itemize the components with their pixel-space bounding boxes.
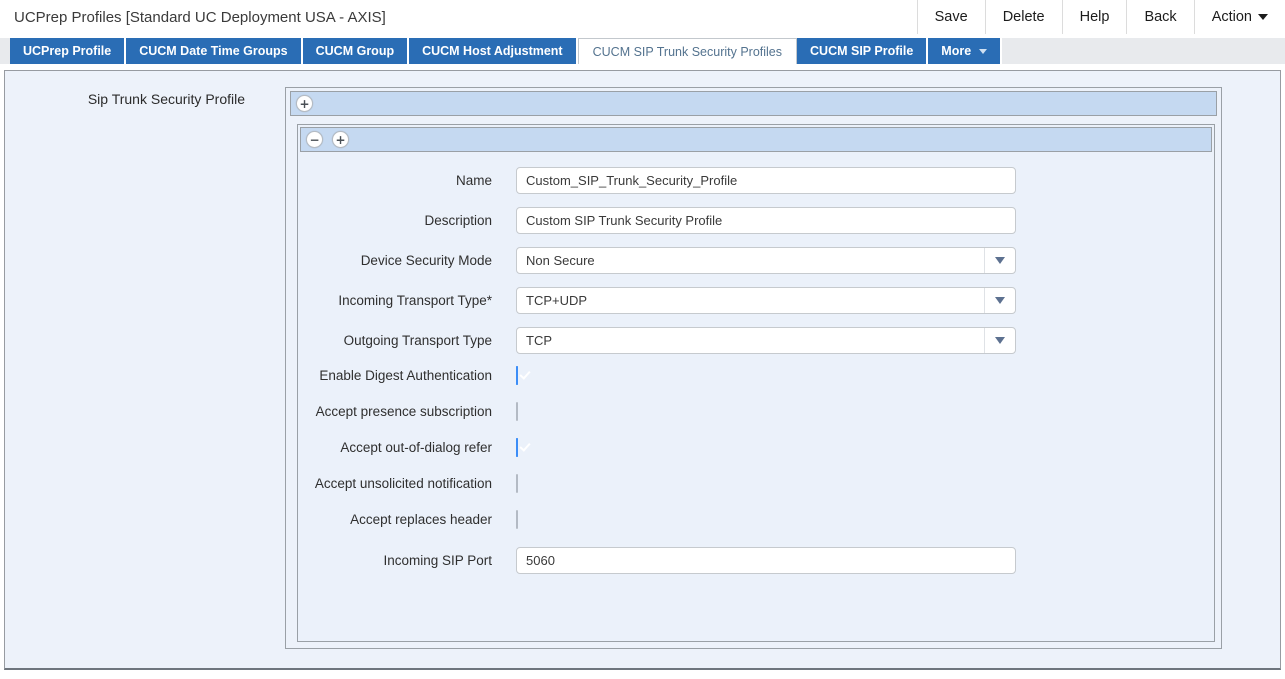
accept-out-of-dialog-refer-checkbox[interactable] bbox=[516, 438, 518, 457]
description-input[interactable] bbox=[516, 207, 1016, 234]
accept-unsolicited-notification-label: Accept unsolicited notification bbox=[306, 475, 492, 493]
incoming-sip-port-label: Incoming SIP Port bbox=[306, 547, 492, 574]
form-row-name: Name bbox=[306, 167, 1212, 194]
accept-out-of-dialog-refer-label: Accept out-of-dialog refer bbox=[306, 439, 492, 457]
form-row-accept-out-of-dialog-refer: Accept out-of-dialog refer bbox=[306, 439, 1212, 457]
device-security-mode-value: Non Secure bbox=[517, 248, 984, 273]
profile-item-header-bar: − + bbox=[300, 127, 1212, 152]
form-row-incoming-transport-type: Incoming Transport Type* TCP+UDP bbox=[306, 287, 1212, 314]
content-panel: Sip Trunk Security Profile + − + Name bbox=[4, 70, 1281, 670]
tab-cucm-sip-profile[interactable]: CUCM SIP Profile bbox=[797, 38, 928, 64]
tab-bar: UCPrep Profile CUCM Date Time Groups CUC… bbox=[0, 38, 1285, 64]
help-button[interactable]: Help bbox=[1062, 0, 1127, 34]
sip-trunk-security-form: Name Description Device Security Mode No… bbox=[300, 152, 1212, 587]
action-menu-button[interactable]: Action bbox=[1194, 0, 1285, 34]
delete-button[interactable]: Delete bbox=[985, 0, 1062, 34]
incoming-transport-type-value: TCP+UDP bbox=[517, 288, 984, 313]
name-input[interactable] bbox=[516, 167, 1016, 194]
form-row-enable-digest-authentication: Enable Digest Authentication bbox=[306, 367, 1212, 385]
description-label: Description bbox=[306, 207, 492, 234]
back-button-label: Back bbox=[1144, 9, 1176, 25]
remove-profile-button[interactable]: − bbox=[306, 131, 323, 148]
chevron-down-icon bbox=[979, 49, 987, 54]
enable-digest-authentication-checkbox[interactable] bbox=[516, 366, 518, 385]
form-row-accept-unsolicited-notification: Accept unsolicited notification bbox=[306, 475, 1212, 493]
incoming-transport-type-select[interactable]: TCP+UDP bbox=[516, 287, 1016, 314]
save-button-label: Save bbox=[935, 9, 968, 25]
outgoing-transport-type-value: TCP bbox=[517, 328, 984, 353]
name-label: Name bbox=[306, 167, 492, 194]
tab-bar-filler bbox=[1002, 38, 1285, 64]
add-profile-bar: + bbox=[290, 91, 1217, 116]
tab-bar-lead-spacer bbox=[0, 38, 10, 64]
tab-cucm-sip-trunk-security-profiles[interactable]: CUCM SIP Trunk Security Profiles bbox=[578, 38, 797, 64]
help-button-label: Help bbox=[1080, 9, 1110, 25]
back-button[interactable]: Back bbox=[1126, 0, 1193, 34]
tab-cucm-group[interactable]: CUCM Group bbox=[303, 38, 409, 64]
triangle-down-icon bbox=[995, 257, 1005, 264]
incoming-sip-port-input[interactable] bbox=[516, 547, 1016, 574]
device-security-mode-select[interactable]: Non Secure bbox=[516, 247, 1016, 274]
profile-group-container: + − + Name Description bbox=[285, 87, 1222, 649]
outgoing-transport-type-label: Outgoing Transport Type bbox=[306, 327, 492, 354]
outgoing-transport-type-select[interactable]: TCP bbox=[516, 327, 1016, 354]
form-column: + − + Name Description bbox=[285, 71, 1222, 668]
enable-digest-authentication-label: Enable Digest Authentication bbox=[306, 367, 492, 385]
form-row-description: Description bbox=[306, 207, 1212, 234]
device-security-mode-label: Device Security Mode bbox=[306, 247, 492, 274]
action-button-label: Action bbox=[1212, 9, 1252, 25]
tab-cucm-host-adjustment[interactable]: CUCM Host Adjustment bbox=[409, 38, 578, 64]
form-row-outgoing-transport-type: Outgoing Transport Type TCP bbox=[306, 327, 1212, 354]
tab-ucprep-profile[interactable]: UCPrep Profile bbox=[10, 38, 126, 64]
dropdown-arrow-icon[interactable] bbox=[984, 328, 1015, 353]
accept-presence-subscription-label: Accept presence subscription bbox=[306, 403, 492, 421]
delete-button-label: Delete bbox=[1003, 9, 1045, 25]
form-row-incoming-sip-port: Incoming SIP Port bbox=[306, 547, 1212, 574]
accept-unsolicited-notification-checkbox[interactable] bbox=[516, 474, 518, 493]
dropdown-arrow-icon[interactable] bbox=[984, 248, 1015, 273]
triangle-down-icon bbox=[995, 337, 1005, 344]
triangle-down-icon bbox=[995, 297, 1005, 304]
incoming-transport-type-label: Incoming Transport Type* bbox=[306, 287, 492, 314]
add-profile-item-button[interactable]: + bbox=[332, 131, 349, 148]
tab-more-label: More bbox=[941, 44, 971, 58]
tab-cucm-date-time-groups[interactable]: CUCM Date Time Groups bbox=[126, 38, 302, 64]
form-row-accept-replaces-header: Accept replaces header bbox=[306, 511, 1212, 529]
top-action-buttons: Save Delete Help Back Action bbox=[917, 0, 1285, 34]
page-title: UCPrep Profiles [Standard UC Deployment … bbox=[0, 9, 386, 26]
form-row-device-security-mode: Device Security Mode Non Secure bbox=[306, 247, 1212, 274]
dropdown-arrow-icon[interactable] bbox=[984, 288, 1015, 313]
profile-item-container: − + Name Description Device Security Mod… bbox=[297, 124, 1215, 642]
add-profile-button[interactable]: + bbox=[296, 95, 313, 112]
section-label: Sip Trunk Security Profile bbox=[88, 91, 245, 107]
caret-down-icon bbox=[1258, 14, 1268, 20]
accept-replaces-header-checkbox[interactable] bbox=[516, 510, 518, 529]
tab-more-menu[interactable]: More bbox=[928, 38, 1002, 64]
accept-replaces-header-label: Accept replaces header bbox=[306, 511, 492, 529]
save-button[interactable]: Save bbox=[917, 0, 985, 34]
title-bar: UCPrep Profiles [Standard UC Deployment … bbox=[0, 0, 1285, 34]
section-label-column: Sip Trunk Security Profile bbox=[5, 71, 263, 668]
accept-presence-subscription-checkbox[interactable] bbox=[516, 402, 518, 421]
form-row-accept-presence-subscription: Accept presence subscription bbox=[306, 403, 1212, 421]
